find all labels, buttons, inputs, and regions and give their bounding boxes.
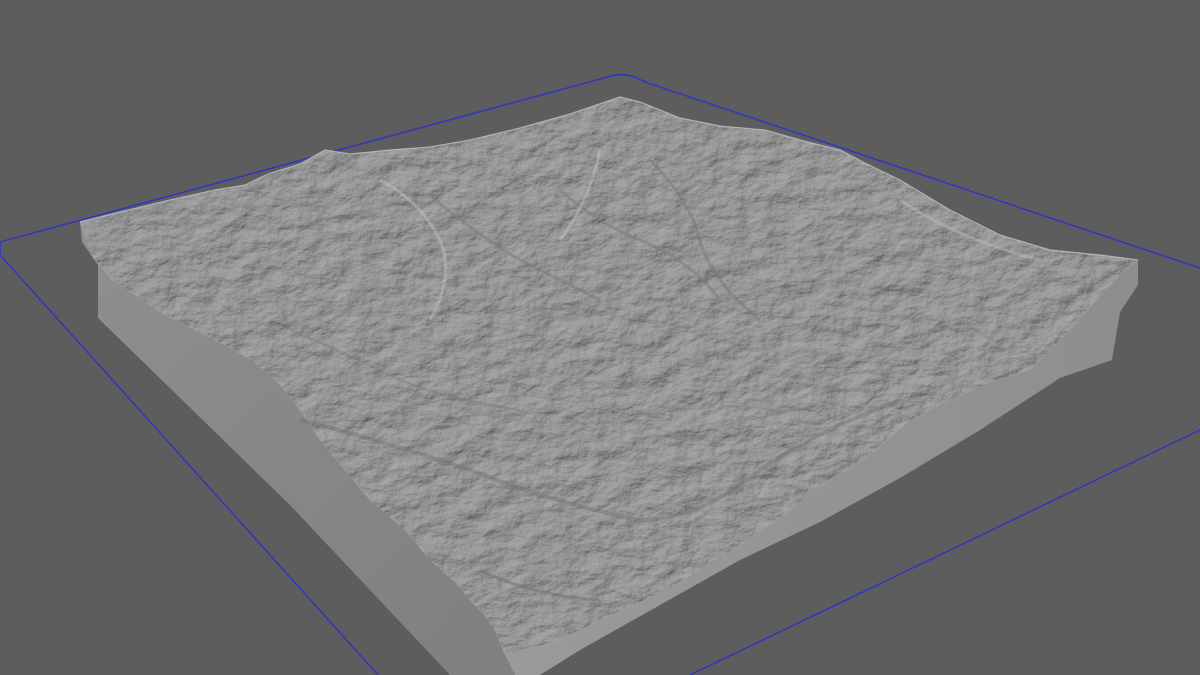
- 3d-viewport[interactable]: [0, 0, 1200, 675]
- viewport-scene[interactable]: [0, 0, 1200, 675]
